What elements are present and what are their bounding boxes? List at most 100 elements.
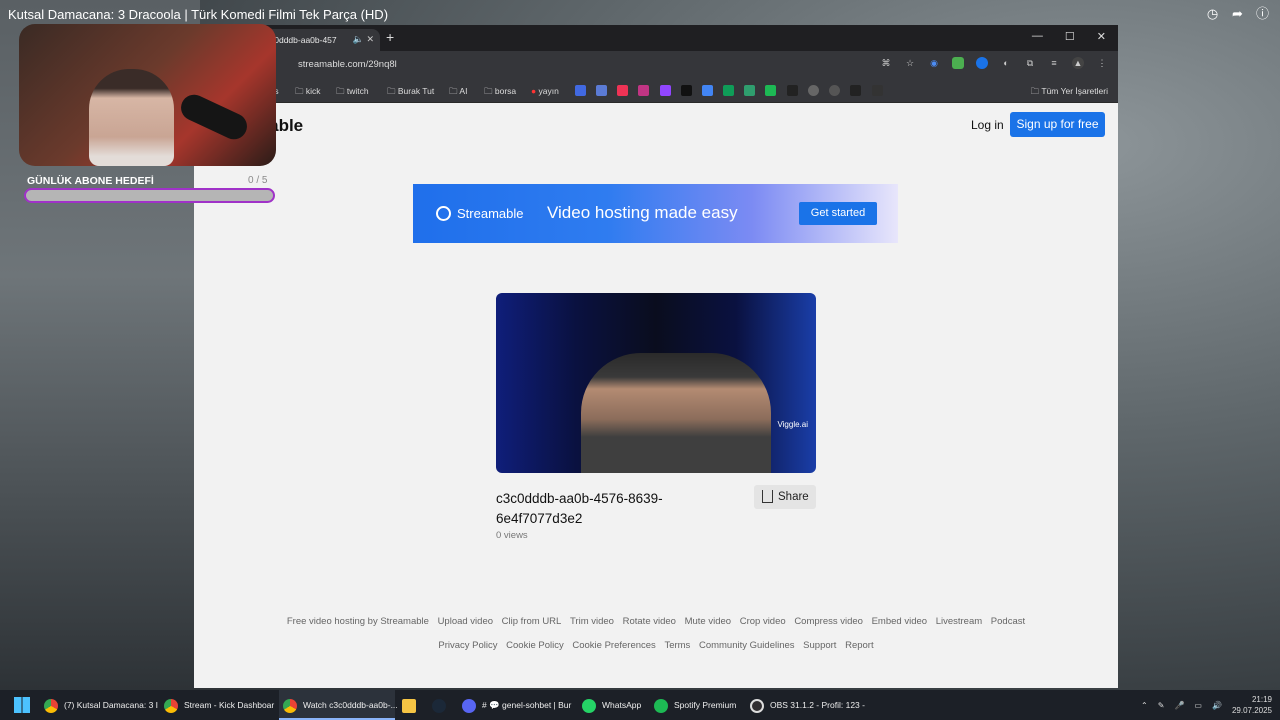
footer-link[interactable]: Upload video — [438, 616, 493, 627]
bookmark-label: Burak Tut — [397, 86, 435, 96]
browser-window: c0dddb-aa0b-457 🔈 ✕ + — ☐ ✕ streamable.c… — [194, 25, 1118, 688]
clock[interactable]: 21:19 29.07.2025 — [1232, 694, 1272, 716]
profile-icon[interactable]: ▲ — [1072, 57, 1084, 69]
login-link[interactable]: Log in — [971, 118, 1004, 132]
bookmark-youtube[interactable]: ● yayın — [531, 86, 559, 96]
share-button[interactable]: Share — [754, 485, 816, 509]
docs-icon[interactable] — [702, 85, 713, 96]
taskbar-item-active[interactable]: Watch c3c0dddb-aa0b-... — [279, 690, 398, 720]
bookmark-icon[interactable] — [829, 85, 840, 96]
bookmark-icon[interactable] — [808, 85, 819, 96]
signup-button[interactable]: Sign up for free — [1010, 112, 1105, 137]
clock-date: 29.07.2025 — [1231, 706, 1272, 715]
x-icon[interactable] — [681, 85, 692, 96]
volume-icon[interactable]: 🔊 — [1212, 701, 1222, 710]
goal-progress-bar — [24, 188, 275, 203]
translate-icon[interactable]: ⌘ — [880, 57, 892, 69]
tab-bar: c0dddb-aa0b-457 🔈 ✕ + — ☐ ✕ — [194, 25, 1118, 51]
taskbar-item[interactable]: Spotify Premium — [654, 690, 744, 720]
footer-link[interactable]: Cookie Policy — [506, 640, 564, 651]
audio-icon[interactable]: ◐ — [1000, 57, 1012, 69]
maximize-icon[interactable]: ☐ — [1065, 30, 1075, 43]
streamable-logo-icon — [436, 206, 451, 221]
bookmark-icon[interactable] — [850, 85, 861, 96]
footer-link[interactable]: Embed video — [872, 616, 927, 627]
bookmark-icon[interactable] — [596, 85, 607, 96]
footer-link[interactable]: Clip from URL — [502, 616, 562, 627]
goal-label: GÜNLÜK ABONE HEDEFİ — [27, 175, 154, 187]
bookmark-folder-borsa[interactable]: 🗀 borsa — [484, 86, 516, 100]
bookmark-folder-burak[interactable]: 🗀 Burak Tut — [387, 86, 434, 100]
footer-link[interactable]: Crop video — [740, 616, 786, 627]
get-started-button[interactable]: Get started — [799, 202, 877, 225]
bookmark-icon[interactable] — [744, 85, 755, 96]
bookmark-icon[interactable] — [872, 85, 883, 96]
footer-link[interactable]: Free video hosting by Streamable — [287, 616, 429, 627]
clock-time: 21:19 — [1251, 695, 1272, 704]
menu-icon[interactable]: ⋮ — [1096, 57, 1108, 69]
url-field[interactable]: streamable.com/29nq8l — [298, 59, 397, 70]
taskbar-label: Stream - Kick Dashboar — [184, 700, 275, 710]
video-overlay-controls: ◷ ➦ ⓘ — [1205, 6, 1270, 21]
microphone-icon[interactable]: 🎤 — [1174, 701, 1184, 710]
pen-icon[interactable]: ✎ — [1158, 701, 1165, 710]
sheets-icon[interactable] — [723, 85, 734, 96]
extension-icon[interactable] — [976, 57, 988, 69]
bookmark-label: kick — [305, 86, 321, 96]
footer-link[interactable]: Livestream — [936, 616, 982, 627]
footer-link[interactable]: Report — [845, 640, 874, 651]
extension-icon[interactable]: ◉ — [928, 57, 940, 69]
bookmark-icon[interactable] — [617, 85, 628, 96]
taskbar-item[interactable]: # 💬 genel-sohbet | Bur — [462, 690, 572, 720]
bookmark-icon[interactable] — [765, 85, 776, 96]
all-bookmarks[interactable]: 🗀 Tüm Yer İşaretleri — [1031, 86, 1108, 100]
windows-start-icon[interactable] — [14, 697, 30, 713]
footer-link[interactable]: Rotate video — [623, 616, 676, 627]
instagram-icon[interactable] — [638, 85, 649, 96]
footer-link[interactable]: Support — [803, 640, 836, 651]
video-player[interactable]: Viggle.ai — [496, 293, 816, 473]
bookmark-folder-ai[interactable]: 🗀 AI — [449, 86, 467, 100]
taskbar-item[interactable]: OBS 31.1.2 - Profil: 123 - — [750, 690, 865, 720]
bookmark-icon[interactable] — [575, 85, 586, 96]
close-icon[interactable]: ✕ — [366, 34, 374, 44]
footer-link[interactable]: Privacy Policy — [438, 640, 497, 651]
bookmark-icon[interactable] — [787, 85, 798, 96]
footer-link[interactable]: Podcast — [991, 616, 1025, 627]
spotify-icon — [654, 698, 668, 713]
microphone — [176, 90, 252, 144]
taskbar-item[interactable] — [402, 690, 422, 720]
chevron-up-icon[interactable]: ⌃ — [1141, 701, 1148, 710]
info-icon[interactable]: ⓘ — [1255, 6, 1270, 21]
footer-link[interactable]: Compress video — [794, 616, 863, 627]
extension-icon[interactable] — [952, 57, 964, 69]
taskbar-item[interactable]: (7) Kutsal Damacana: 3 I — [40, 690, 158, 720]
window-close-icon[interactable]: ✕ — [1097, 30, 1106, 43]
window-controls: — ☐ ✕ — [1032, 30, 1106, 43]
bookmark-star-icon[interactable]: ☆ — [904, 57, 916, 69]
footer-links-secondary: Privacy Policy Cookie Policy Cookie Pref… — [194, 640, 1118, 651]
bookmark-folder-kick[interactable]: 🗀 kick — [295, 86, 321, 100]
display-icon[interactable]: ▭ — [1194, 701, 1202, 710]
share-arrow-icon[interactable]: ➦ — [1230, 6, 1245, 21]
taskbar-label: Spotify Premium — [674, 700, 737, 710]
twitch-icon[interactable] — [660, 85, 671, 96]
footer-link[interactable]: Community Guidelines — [699, 640, 795, 651]
footer-link[interactable]: Trim video — [570, 616, 614, 627]
puzzle-icon[interactable]: ⧉ — [1024, 57, 1036, 69]
goal-count: 0 / 5 — [248, 175, 268, 186]
footer-link[interactable]: Terms — [664, 640, 690, 651]
taskbar-item[interactable]: WhatsApp — [582, 690, 648, 720]
speaker-icon[interactable]: 🔈 — [353, 34, 364, 44]
minimize-icon[interactable]: — — [1032, 30, 1043, 43]
taskbar-item[interactable] — [432, 690, 452, 720]
streamable-page: mable Log in Sign up for free Streamable… — [194, 103, 1118, 688]
media-icon[interactable]: ≡ — [1048, 57, 1060, 69]
bookmark-folder-twitch[interactable]: 🗀 twitch — [336, 86, 369, 100]
taskbar-item[interactable]: Stream - Kick Dashboar — [160, 690, 274, 720]
new-tab-button[interactable]: + — [386, 29, 394, 45]
footer-link[interactable]: Mute video — [685, 616, 731, 627]
clock-icon[interactable]: ◷ — [1205, 6, 1220, 21]
ad-banner[interactable]: Streamable Video hosting made easy Get s… — [413, 184, 898, 243]
footer-link[interactable]: Cookie Preferences — [572, 640, 655, 651]
